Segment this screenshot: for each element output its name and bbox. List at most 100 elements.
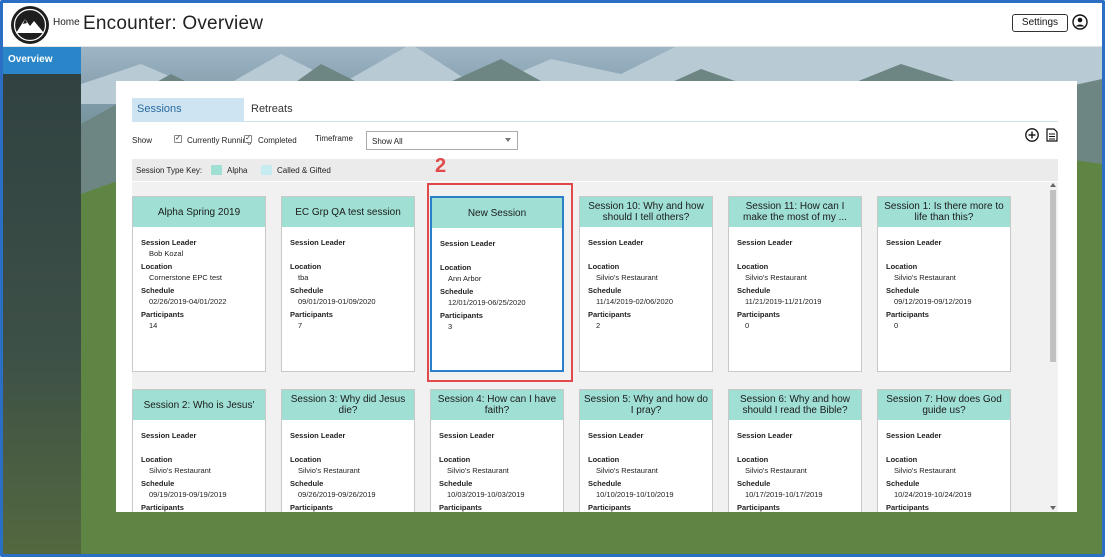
leader-label: Session Leader: [290, 238, 346, 247]
session-card[interactable]: EC Grp QA test session Session Leader Loca…: [281, 196, 415, 372]
scroll-thumb[interactable]: [1050, 190, 1056, 362]
session-card-title[interactable]: Session 11: How can I make the most of m…: [729, 197, 861, 227]
annotation-step-number: 2: [435, 155, 447, 177]
leader-value: [737, 249, 861, 259]
leader-label: Session Leader: [886, 238, 942, 247]
leader-value: [141, 442, 265, 452]
page-title: Encounter: Overview: [83, 13, 264, 34]
participants-label: Participants: [439, 503, 482, 512]
location-label: Location: [290, 455, 322, 464]
tab-retreats[interactable]: Retreats: [246, 98, 346, 122]
session-card-title[interactable]: Session 3: Why did Jesus die?: [282, 390, 414, 420]
sidebar-item-label: Overview: [8, 54, 53, 65]
session-card[interactable]: Session 3: Why did Jesus die? Session Lea…: [281, 389, 415, 512]
sidebar-item-overview[interactable]: Overview: [3, 44, 81, 74]
participants-label: Participants: [737, 503, 780, 512]
schedule-label: Schedule: [588, 479, 622, 488]
participants-label: Participants: [737, 310, 780, 319]
leader-value: [290, 249, 414, 259]
schedule-value: 10/17/2019-10/17/2019: [745, 490, 823, 499]
timeframe-label: Timeframe: [315, 134, 353, 143]
leader-label: Session Leader: [290, 431, 346, 440]
participants-label: Participants: [588, 503, 631, 512]
location-label: Location: [886, 455, 918, 464]
session-grid: Alpha Spring 2019 Session Leader Bob Kozal…: [132, 182, 1058, 512]
schedule-value: 11/14/2019-02/06/2020: [596, 297, 674, 306]
location-label: Location: [737, 262, 769, 271]
leader-value: Bob Kozal: [149, 249, 184, 258]
schedule-label: Schedule: [886, 286, 920, 295]
location-value: Silvio's Restaurant: [745, 273, 807, 282]
currently-running-checkbox[interactable]: ✓: [174, 135, 182, 143]
schedule-label: Schedule: [290, 286, 324, 295]
filter-bar: Show ✓ Currently Running ✓ Completed Tim…: [132, 131, 1058, 152]
grid-scrollbar[interactable]: [1048, 182, 1058, 512]
app-logo[interactable]: [11, 6, 49, 44]
session-card[interactable]: Session 7: How does God guide us? Session…: [877, 389, 1011, 512]
location-label: Location: [886, 262, 918, 271]
session-card-title[interactable]: Session 6: Why and how should I read the…: [729, 390, 861, 420]
mountain-logo-icon: [12, 7, 48, 43]
session-card-title[interactable]: Session 2: Who is Jesus': [133, 390, 265, 420]
location-label: Location: [141, 455, 173, 464]
leader-label: Session Leader: [737, 238, 793, 247]
tab-sessions[interactable]: Sessions: [132, 98, 244, 122]
alpha-key-label: Alpha: [227, 166, 248, 175]
timeframe-value: Show All: [372, 137, 403, 146]
participants-label: Participants: [290, 310, 333, 319]
annotation-highlight-box: [427, 183, 573, 382]
location-label: Location: [588, 262, 620, 271]
session-card-body: Session Leader Location Silvio's Restauran…: [431, 420, 563, 512]
sidebar: Overview: [3, 44, 81, 554]
participants-value: 0: [894, 321, 899, 330]
leader-label: Session Leader: [588, 431, 644, 440]
leader-value: [439, 442, 563, 452]
session-card[interactable]: Session 10: Why and how should I tell ot…: [579, 196, 713, 372]
tab-label: Retreats: [251, 103, 293, 115]
session-card-title[interactable]: Session 10: Why and how should I tell ot…: [580, 197, 712, 227]
session-card-body: Session Leader Location Silvio's Restauran…: [878, 420, 1010, 512]
timeframe-select[interactable]: Show All: [366, 131, 518, 150]
settings-button[interactable]: Settings: [1012, 14, 1068, 32]
schedule-label: Schedule: [141, 286, 175, 295]
add-circle-icon[interactable]: [1025, 128, 1039, 142]
location-value: tba: [298, 273, 309, 282]
schedule-label: Schedule: [588, 286, 622, 295]
session-card-body: Session Leader Location tba Schedule 09/01/2…: [282, 227, 414, 331]
location-value: Silvio's Restaurant: [596, 466, 658, 475]
account-icon[interactable]: [1072, 14, 1088, 30]
schedule-label: Schedule: [737, 286, 771, 295]
session-card-body: Session Leader Bob Kozal Location Cornersto…: [133, 227, 265, 331]
session-card[interactable]: Session 2: Who is Jesus' Session Leader Lo…: [132, 389, 266, 512]
location-value: Silvio's Restaurant: [447, 466, 509, 475]
session-card-title[interactable]: Session 1: Is there more to life than th…: [878, 197, 1010, 227]
schedule-value: 10/10/2019-10/10/2019: [596, 490, 674, 499]
session-card-title[interactable]: Session 4: How can I have faith?: [431, 390, 563, 420]
session-card-title[interactable]: Session 7: How does God guide us?: [878, 390, 1010, 420]
key-label: Session Type Key:: [136, 166, 203, 175]
leader-value: [588, 442, 712, 452]
session-card-title[interactable]: Session 5: Why and how do I pray?: [580, 390, 712, 420]
schedule-value: 09/26/2019-09/26/2019: [298, 490, 376, 499]
session-card-body: Session Leader Location Silvio's Restauran…: [878, 227, 1010, 331]
session-card[interactable]: Session 4: How can I have faith? Session …: [430, 389, 564, 512]
completed-checkbox[interactable]: ✓: [244, 135, 252, 143]
session-card[interactable]: Session 5: Why and how do I pray? Session…: [579, 389, 713, 512]
participants-label: Participants: [886, 503, 929, 512]
session-card[interactable]: Session 6: Why and how should I read the…: [728, 389, 862, 512]
scroll-up-arrow[interactable]: [1050, 183, 1056, 187]
session-card[interactable]: Session 11: How can I make the most of m…: [728, 196, 862, 372]
scroll-down-arrow[interactable]: [1050, 506, 1056, 510]
session-card[interactable]: Alpha Spring 2019 Session Leader Bob Kozal…: [132, 196, 266, 372]
document-icon[interactable]: [1046, 128, 1058, 142]
session-card-title[interactable]: Alpha Spring 2019: [133, 197, 265, 227]
participants-label: Participants: [886, 310, 929, 319]
app-window: Overview Home Encounter: Overview Settin…: [0, 0, 1105, 557]
home-link[interactable]: Home: [53, 17, 80, 28]
session-card-title[interactable]: EC Grp QA test session: [282, 197, 414, 227]
main-panel: Sessions Retreats Show ✓ Currently Runni…: [116, 81, 1077, 512]
leader-label: Session Leader: [886, 431, 942, 440]
location-value: Silvio's Restaurant: [894, 466, 956, 475]
session-card[interactable]: Session 1: Is there more to life than th…: [877, 196, 1011, 372]
schedule-label: Schedule: [439, 479, 473, 488]
